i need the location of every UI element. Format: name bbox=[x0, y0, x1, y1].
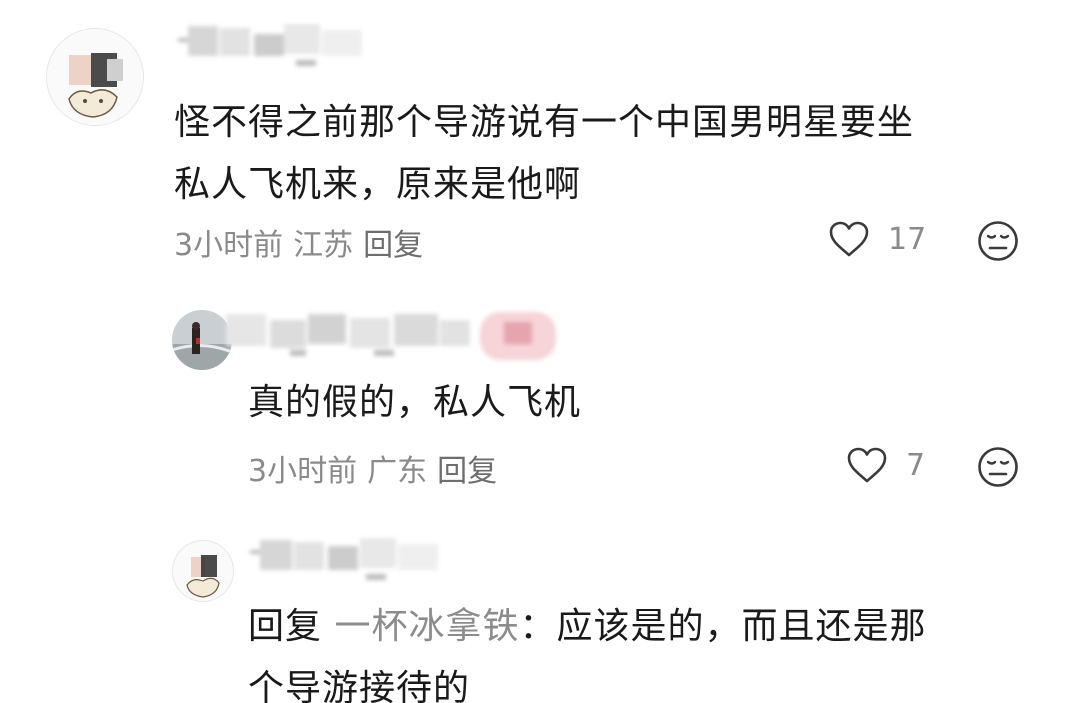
like-count: 17 bbox=[888, 221, 927, 257]
comment-text-line: 回复 一杯冰拿铁：应该是的，而且还是那 bbox=[248, 596, 927, 658]
dislike-button[interactable] bbox=[977, 220, 1019, 266]
like-button[interactable]: 17 bbox=[828, 220, 926, 258]
comment-meta: 3小时前 广东 回复 bbox=[248, 446, 507, 490]
reply-prefix: 回复 bbox=[248, 606, 323, 647]
avatar[interactable] bbox=[172, 540, 234, 602]
location: 广东 bbox=[367, 454, 428, 489]
timestamp: 3小时前 bbox=[248, 454, 358, 489]
avatar[interactable] bbox=[46, 28, 144, 126]
timestamp: 3小时前 bbox=[174, 228, 284, 263]
reply-to-username[interactable]: 一杯冰拿铁 bbox=[334, 606, 519, 647]
reply-button[interactable]: 回复 bbox=[363, 228, 423, 263]
comment-thread: 怪不得之前那个导游说有一个中国男明星要坐 私人飞机来，原来是他啊 3小时前 江苏回… bbox=[0, 0, 1084, 703]
like-button[interactable]: 7 bbox=[846, 446, 925, 484]
unamused-face-icon bbox=[978, 221, 1018, 261]
comment-text: 回复 一杯冰拿铁：应该是的，而且还是那 个导游接待的 bbox=[248, 596, 927, 703]
unamused-face-icon bbox=[978, 447, 1018, 487]
comment-text: 怪不得之前那个导游说有一个中国男明星要坐 私人飞机来，原来是他啊 bbox=[174, 92, 914, 216]
comment-text-line: 个导游接待的 bbox=[248, 668, 471, 703]
comment-text: 真的假的，私人飞机 bbox=[248, 382, 582, 423]
heart-outline-icon bbox=[829, 221, 869, 257]
dislike-button[interactable] bbox=[977, 446, 1019, 492]
username-blurred[interactable] bbox=[176, 20, 376, 66]
username-blurred[interactable] bbox=[214, 306, 614, 366]
reply-button[interactable]: 回复 bbox=[437, 454, 497, 489]
location: 江苏 bbox=[293, 228, 354, 263]
comment-text-line: 私人飞机来，原来是他啊 bbox=[174, 164, 582, 205]
heart-outline-icon bbox=[847, 447, 887, 483]
comment-text-line: 怪不得之前那个导游说有一个中国男明星要坐 bbox=[174, 102, 915, 143]
like-count: 7 bbox=[906, 447, 926, 483]
username-blurred[interactable] bbox=[246, 534, 446, 584]
reply-text: ：应该是的，而且还是那 bbox=[519, 606, 927, 647]
comment-meta: 3小时前 江苏 回复 bbox=[174, 220, 433, 264]
